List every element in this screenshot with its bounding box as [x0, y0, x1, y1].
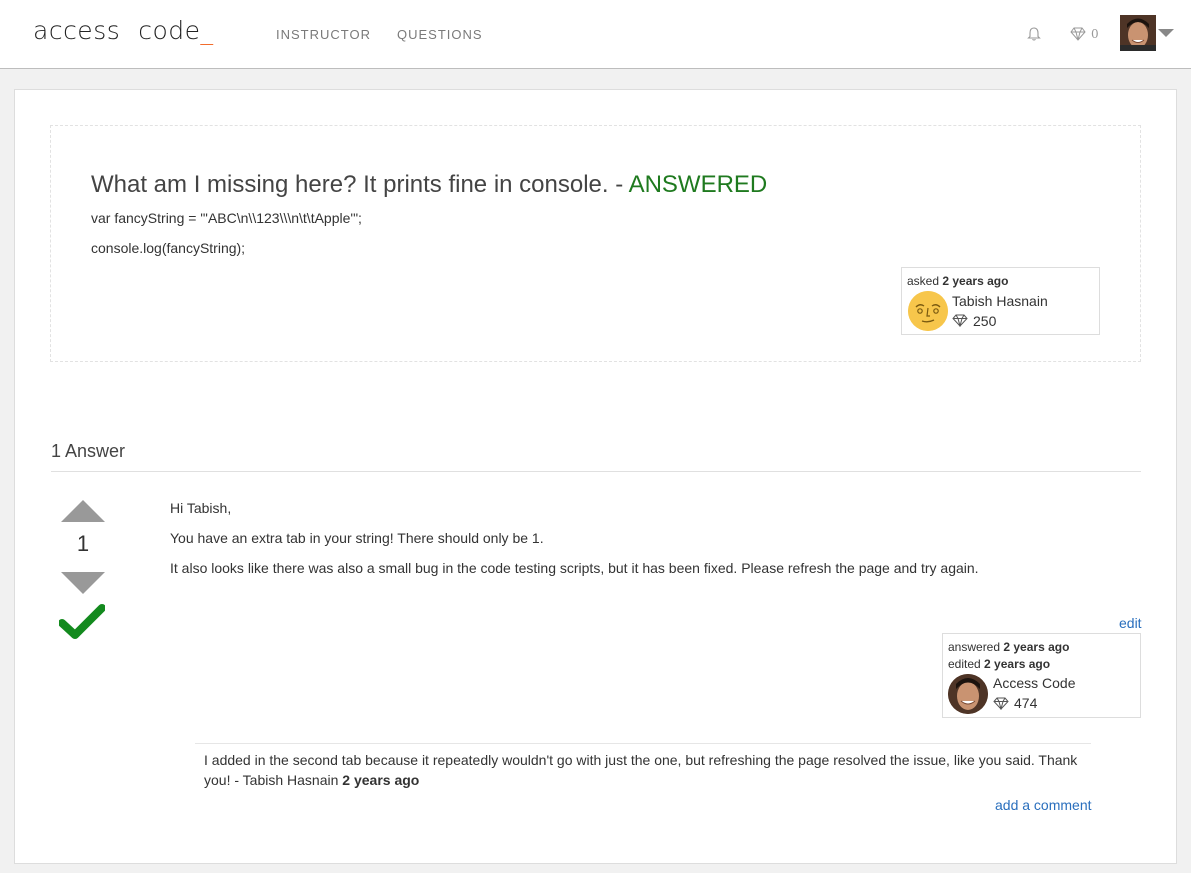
- answer-author-name[interactable]: Access Code: [993, 675, 1075, 691]
- answer-body-line: It also looks like there was also a smal…: [170, 560, 979, 576]
- divider: [51, 471, 1141, 472]
- accepted-check-icon: [59, 604, 105, 639]
- answer-author-reputation: 474: [1014, 695, 1038, 711]
- nav-link-questions[interactable]: QUESTIONS: [397, 27, 483, 42]
- asked-label: asked: [907, 274, 940, 288]
- edited-time: 2 years ago: [984, 657, 1051, 671]
- vote-count: 1: [76, 531, 90, 556]
- bell-icon[interactable]: [1025, 25, 1043, 43]
- edited-info: edited 2 years ago: [948, 657, 1050, 671]
- upvote-button[interactable]: [61, 500, 105, 522]
- question-author-reputation: 250: [973, 313, 997, 329]
- answer-author-avatar[interactable]: [948, 674, 988, 714]
- answer-body-line: You have an extra tab in your string! Th…: [170, 530, 544, 546]
- edit-link[interactable]: edit: [1119, 615, 1142, 631]
- asked-info: asked 2 years ago: [907, 274, 1008, 288]
- asked-time: 2 years ago: [942, 274, 1009, 288]
- nav-link-instructor[interactable]: INSTRUCTOR: [276, 27, 371, 42]
- downvote-button[interactable]: [61, 572, 105, 594]
- comment-time: 2 years ago: [342, 772, 420, 788]
- answer-body-line: Hi Tabish,: [170, 500, 232, 516]
- divider: [195, 743, 1091, 744]
- gem-icon: [1070, 27, 1086, 41]
- asked-user-card: asked 2 years ago Tabish Hasnain 250: [901, 267, 1100, 335]
- edited-label: edited: [948, 657, 981, 671]
- question-author-avatar[interactable]: [908, 291, 948, 331]
- answered-user-card: answered 2 years ago edited 2 years ago …: [942, 633, 1141, 718]
- question-title-text: What am I missing here? It prints fine i…: [91, 171, 609, 198]
- gem-icon: [993, 697, 1009, 710]
- answered-label: answered: [948, 640, 1001, 654]
- brand-cursor: _: [200, 16, 214, 45]
- question-title-separator: -: [608, 171, 629, 198]
- comment: I added in the second tab because it rep…: [204, 750, 1094, 790]
- question-author-name[interactable]: Tabish Hasnain: [952, 293, 1048, 309]
- answers-heading: 1 Answer: [51, 441, 126, 461]
- answered-time: 2 years ago: [1003, 640, 1070, 654]
- brand-word-code: code: [138, 16, 201, 45]
- answered-info: answered 2 years ago: [948, 640, 1069, 654]
- question-body-line: var fancyString = "'ABC\n\\123\\\n\t\tAp…: [91, 210, 362, 226]
- question-status: ANSWERED: [628, 171, 768, 198]
- brand-logo[interactable]: access code_: [33, 16, 214, 45]
- question-body-line: console.log(fancyString);: [91, 240, 246, 256]
- question-title: What am I missing here? It prints fine i…: [91, 171, 767, 199]
- top-navbar: access code_ INSTRUCTOR QUESTIONS 0: [0, 0, 1191, 69]
- comment-separator: -: [230, 772, 243, 788]
- brand-word-access: access: [33, 16, 121, 45]
- question-box: What am I missing here? It prints fine i…: [50, 125, 1141, 362]
- add-comment-link[interactable]: add a comment: [995, 797, 1092, 813]
- points-count: 0: [1091, 27, 1099, 41]
- main-panel: What am I missing here? It prints fine i…: [14, 89, 1177, 864]
- chevron-down-icon[interactable]: [1158, 29, 1174, 37]
- gem-icon: [952, 314, 968, 327]
- user-avatar[interactable]: [1120, 15, 1156, 51]
- comment-author[interactable]: Tabish Hasnain: [243, 772, 339, 788]
